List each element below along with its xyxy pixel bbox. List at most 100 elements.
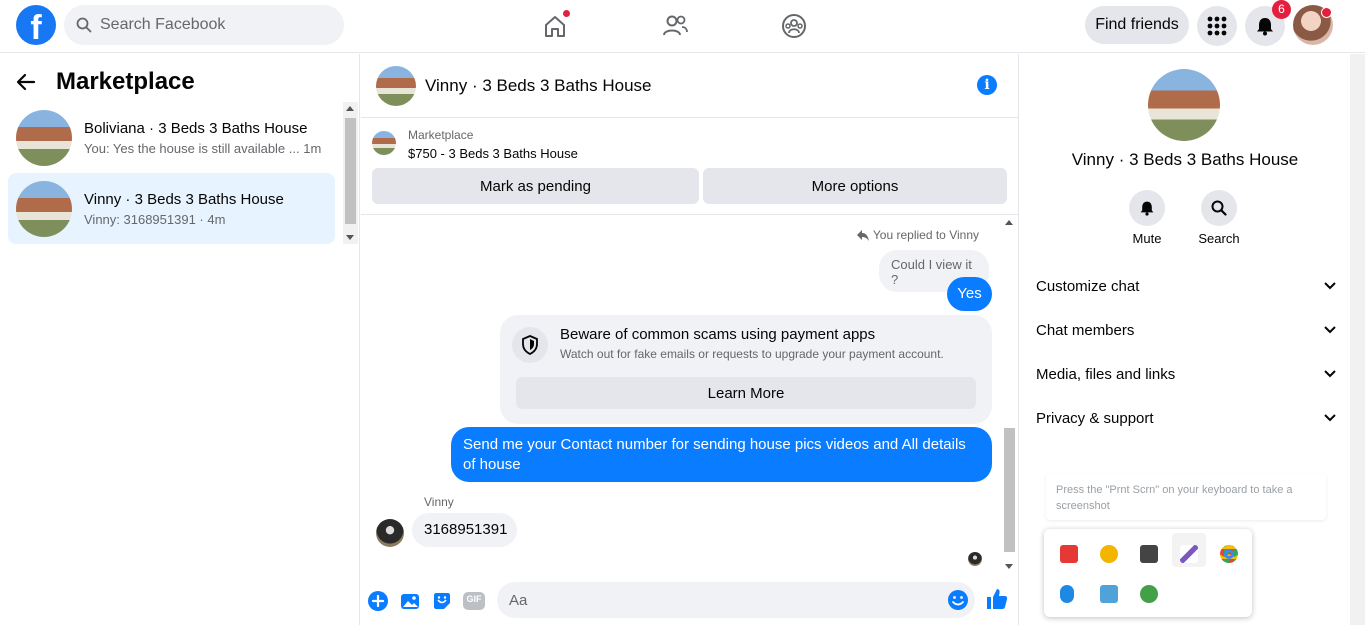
groups-icon bbox=[782, 14, 806, 38]
reply-indicator: You replied to Vinny bbox=[856, 228, 979, 242]
bell-icon bbox=[1257, 18, 1273, 36]
chrome-tray-icon[interactable] bbox=[1220, 545, 1238, 563]
info-icon[interactable]: i bbox=[977, 75, 997, 95]
scam-warning-subtitle: Watch out for fake emails or requests to… bbox=[560, 347, 944, 361]
conversation-list-panel: Marketplace Boliviana · 3 Beds 3 Baths H… bbox=[0, 54, 360, 625]
top-navigation-bar: f Find friends bbox=[0, 0, 1365, 53]
conversation-preview: Vinny: 3168951391 · 4m bbox=[84, 211, 226, 227]
grid-menu-icon bbox=[1207, 16, 1227, 36]
search-label: Search bbox=[1198, 231, 1240, 246]
screen-recorder-tray-icon[interactable] bbox=[1060, 545, 1078, 563]
scrollbar-thumb[interactable] bbox=[345, 118, 356, 224]
chat-header: Vinny · 3 Beds 3 Baths House i bbox=[361, 54, 1019, 118]
search-icon bbox=[76, 17, 92, 33]
sent-message-bubble[interactable]: Send me your Contact number for sending … bbox=[451, 427, 992, 482]
reply-arrow-icon bbox=[856, 229, 869, 241]
details-title: Vinny · 3 Beds 3 Baths House bbox=[1071, 150, 1299, 169]
facebook-logo[interactable]: f bbox=[16, 5, 56, 45]
bluetooth-tray-icon[interactable] bbox=[1060, 585, 1074, 603]
globe-tray-icon[interactable] bbox=[1140, 585, 1158, 603]
message-input-box[interactable] bbox=[497, 582, 975, 618]
listing-label: Marketplace bbox=[408, 128, 474, 142]
conversation-name: Vinny · 3 Beds 3 Baths House bbox=[84, 190, 284, 208]
chat-panel: Vinny · 3 Beds 3 Baths House i Marketpla… bbox=[361, 54, 1019, 625]
system-tray-overflow bbox=[1044, 529, 1252, 617]
scam-warning-title: Beware of common scams using payment app… bbox=[560, 326, 876, 343]
chat-members-section[interactable]: Chat members bbox=[1036, 308, 1336, 352]
chevron-down-icon bbox=[1324, 282, 1336, 290]
app-tray-icon[interactable] bbox=[1100, 545, 1118, 563]
learn-more-button[interactable]: Learn More bbox=[516, 377, 976, 409]
notifications-badge: 6 bbox=[1272, 0, 1291, 19]
scroll-down-arrow[interactable] bbox=[346, 235, 354, 240]
chevron-down-icon bbox=[1324, 370, 1336, 378]
search-box[interactable] bbox=[64, 5, 344, 45]
message-scrollbar[interactable] bbox=[1003, 216, 1016, 571]
panel-header: Marketplace bbox=[16, 68, 195, 96]
photo-icon[interactable] bbox=[399, 590, 421, 612]
scrollbar-thumb[interactable] bbox=[1004, 428, 1015, 552]
gif-icon[interactable]: GIF bbox=[463, 590, 485, 612]
plus-icon[interactable] bbox=[367, 590, 389, 612]
more-options-button[interactable]: More options bbox=[703, 168, 1007, 204]
section-label: Chat members bbox=[1036, 321, 1135, 339]
section-label: Privacy & support bbox=[1036, 409, 1154, 427]
message-composer: GIF bbox=[361, 571, 1019, 625]
groups-tab[interactable] bbox=[776, 8, 812, 44]
friends-icon bbox=[663, 15, 688, 36]
listing-thumbnail bbox=[16, 109, 72, 166]
mute-button[interactable]: Mute bbox=[1117, 190, 1177, 246]
search-input[interactable] bbox=[100, 16, 320, 34]
network-tray-icon[interactable] bbox=[1100, 585, 1118, 603]
received-message-bubble[interactable]: 3168951391 bbox=[412, 513, 517, 547]
pen-tray-icon[interactable] bbox=[1180, 545, 1198, 563]
section-label: Media, files and links bbox=[1036, 365, 1176, 383]
screenshot-tooltip: Press the "Prnt Scrn" on your keyboard t… bbox=[1046, 474, 1326, 520]
page-title: Marketplace bbox=[56, 68, 195, 95]
emoji-icon[interactable] bbox=[947, 589, 969, 611]
search-icon bbox=[1211, 200, 1227, 216]
scroll-up-arrow[interactable] bbox=[1005, 220, 1013, 225]
privacy-support-section[interactable]: Privacy & support bbox=[1036, 396, 1336, 440]
menu-button[interactable] bbox=[1197, 6, 1237, 46]
conversation-name: Boliviana · 3 Beds 3 Baths House bbox=[84, 119, 308, 137]
gif-label: GIF bbox=[466, 594, 482, 604]
notifications-button[interactable]: 6 bbox=[1245, 0, 1291, 46]
like-thumb-icon[interactable] bbox=[985, 587, 1009, 611]
friends-tab[interactable] bbox=[657, 8, 693, 44]
sticker-icon[interactable] bbox=[431, 590, 453, 612]
sender-name: Vinny bbox=[424, 495, 454, 509]
shield-icon bbox=[512, 327, 548, 363]
sender-avatar[interactable] bbox=[376, 519, 404, 547]
mark-as-pending-button[interactable]: Mark as pending bbox=[372, 168, 699, 204]
listing-price[interactable]: $750 - 3 Beds 3 Baths House bbox=[408, 146, 578, 161]
scroll-up-arrow[interactable] bbox=[346, 106, 354, 111]
back-arrow-icon[interactable] bbox=[16, 73, 36, 91]
find-friends-button[interactable]: Find friends bbox=[1085, 6, 1189, 44]
conversation-item-active[interactable]: Vinny · 3 Beds 3 Baths House Vinny: 3168… bbox=[8, 173, 335, 244]
mute-label: Mute bbox=[1132, 231, 1162, 246]
read-receipt-avatar bbox=[968, 552, 982, 566]
bell-icon bbox=[1140, 201, 1154, 216]
search-conversation-button[interactable]: Search bbox=[1189, 190, 1249, 246]
conversation-list-scrollbar[interactable] bbox=[343, 102, 358, 244]
page-scrollbar[interactable] bbox=[1350, 54, 1365, 625]
listing-thumbnail[interactable] bbox=[372, 131, 396, 155]
section-label: Customize chat bbox=[1036, 277, 1140, 295]
message-input[interactable] bbox=[509, 591, 929, 609]
scroll-down-arrow[interactable] bbox=[1005, 564, 1013, 569]
conversation-item[interactable]: Boliviana · 3 Beds 3 Baths House You: Ye… bbox=[8, 102, 335, 173]
sent-message-bubble[interactable]: Yes bbox=[947, 277, 992, 311]
home-tab[interactable] bbox=[537, 8, 573, 44]
chat-avatar[interactable] bbox=[376, 65, 416, 106]
customize-chat-section[interactable]: Customize chat bbox=[1036, 264, 1336, 308]
chat-title[interactable]: Vinny · 3 Beds 3 Baths House bbox=[425, 76, 652, 96]
display-tray-icon[interactable] bbox=[1140, 545, 1158, 563]
home-notification-dot bbox=[562, 9, 571, 18]
message-thread: You replied to Vinny Could I view it ? Y… bbox=[361, 216, 1019, 571]
reply-indicator-text: You replied to Vinny bbox=[872, 228, 979, 242]
listing-thumbnail bbox=[16, 180, 72, 237]
listing-strip: Marketplace $750 - 3 Beds 3 Baths House … bbox=[361, 119, 1019, 215]
media-files-links-section[interactable]: Media, files and links bbox=[1036, 352, 1336, 396]
listing-avatar-large[interactable] bbox=[1148, 69, 1220, 141]
